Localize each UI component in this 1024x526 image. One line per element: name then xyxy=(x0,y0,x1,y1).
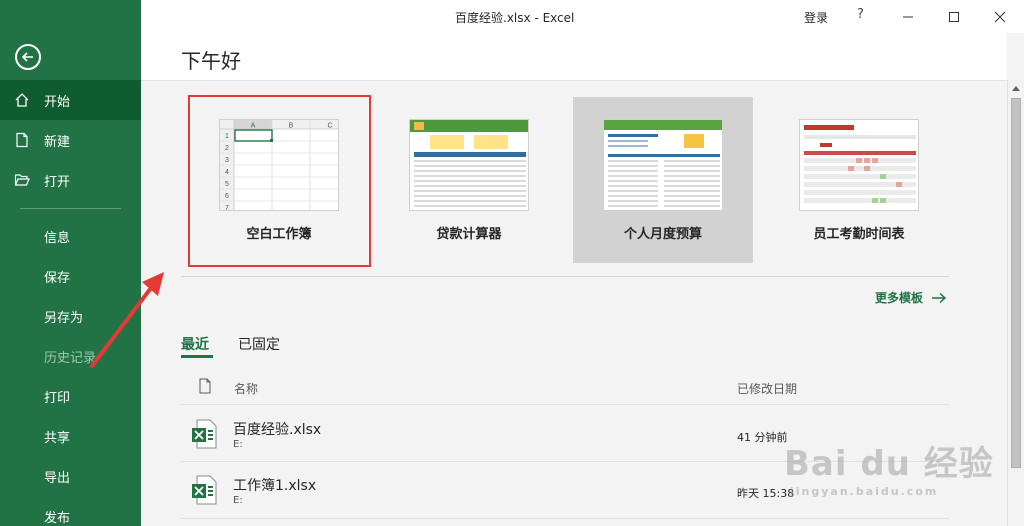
sidebar-item-label: 另存为 xyxy=(44,310,84,326)
sidebar-item-label: 共享 xyxy=(44,430,71,446)
tab-recent[interactable]: 最近 xyxy=(181,334,209,354)
close-icon xyxy=(994,11,1006,22)
scrollbar-thumb[interactable] xyxy=(1011,98,1021,468)
sidebar-item-label: 信息 xyxy=(44,230,71,246)
sidebar-item-label: 导出 xyxy=(44,470,71,486)
sidebar-item-share[interactable]: 共享 xyxy=(0,416,141,456)
maximize-button[interactable] xyxy=(931,0,977,33)
sidebar-item-label: 打开 xyxy=(44,174,71,190)
template-label: 员工考勤时间表 xyxy=(813,227,905,242)
excel-file-icon xyxy=(192,419,217,449)
back-button[interactable] xyxy=(15,44,41,70)
arrow-right-icon xyxy=(932,292,947,303)
sidebar-item-label: 新建 xyxy=(44,134,71,150)
scroll-up-icon[interactable] xyxy=(1011,84,1021,92)
template-label: 个人月度预算 xyxy=(623,227,702,242)
more-templates-link[interactable]: 更多模板 xyxy=(875,289,947,306)
highlight-box xyxy=(188,95,371,267)
minimize-icon xyxy=(903,16,913,17)
folder-open-icon xyxy=(0,172,44,188)
greeting-divider xyxy=(141,80,1007,81)
sidebar-item-info[interactable]: 信息 xyxy=(0,216,141,256)
personal-budget-thumbnail xyxy=(603,119,723,211)
column-header-name[interactable]: 名称 xyxy=(234,380,258,397)
template-label: 贷款计算器 xyxy=(436,227,502,242)
more-templates-label: 更多模板 xyxy=(875,291,924,305)
template-personal-budget[interactable]: 个人月度预算 xyxy=(573,97,753,263)
home-icon xyxy=(0,92,44,108)
loan-calculator-thumbnail xyxy=(409,119,529,211)
file-path: E: xyxy=(233,495,243,506)
file-name: 百度经验.xlsx xyxy=(233,422,322,438)
close-button[interactable] xyxy=(977,0,1023,33)
row-divider xyxy=(181,518,949,519)
excel-file-icon xyxy=(192,475,217,505)
tab-pinned[interactable]: 已固定 xyxy=(238,334,280,354)
window-title: 百度经验.xlsx - Excel xyxy=(455,11,575,25)
new-doc-icon xyxy=(0,132,44,148)
title-bar: 百度经验.xlsx - Excel 登录 ? xyxy=(141,0,1024,33)
minimize-button[interactable] xyxy=(885,0,931,33)
column-header-modified[interactable]: 已修改日期 xyxy=(737,380,797,397)
file-name: 工作簿1.xlsx xyxy=(233,478,317,494)
greeting-bar xyxy=(141,33,1007,81)
sidebar-item-label: 保存 xyxy=(44,270,71,286)
tab-active-indicator xyxy=(181,355,213,358)
annotation-arrow xyxy=(90,272,164,368)
page-title: 下午好 xyxy=(181,49,241,73)
template-loan-calculator[interactable]: 贷款计算器 xyxy=(379,97,559,263)
watermark-sub: jingyan.baidu.com xyxy=(790,485,939,498)
sidebar-item-label: 开始 xyxy=(44,94,71,110)
attendance-timesheet-thumbnail xyxy=(799,119,919,211)
sidebar-item-home[interactable]: 开始 xyxy=(0,80,141,120)
arrow-left-icon xyxy=(21,52,33,62)
help-button[interactable]: ? xyxy=(857,7,864,22)
sidebar-item-label: 打印 xyxy=(44,390,71,406)
login-link[interactable]: 登录 xyxy=(804,9,828,26)
sidebar-item-export[interactable]: 导出 xyxy=(0,456,141,496)
row-divider xyxy=(181,404,949,405)
sidebar-item-print[interactable]: 打印 xyxy=(0,376,141,416)
file-path: E: xyxy=(233,439,243,450)
templates-divider xyxy=(181,276,949,277)
watermark-main: Bai du 经验 xyxy=(784,444,994,484)
backstage-sidebar: 开始 新建 打开 信息 保存 另存为 历史记录 打印 共享 导出 发布 xyxy=(0,0,141,526)
file-modified-date: 41 分钟前 xyxy=(737,431,788,444)
sidebar-item-publish[interactable]: 发布 xyxy=(0,496,141,526)
sidebar-item-label: 发布 xyxy=(44,510,71,526)
file-type-icon xyxy=(199,378,211,394)
vertical-scrollbar[interactable] xyxy=(1007,80,1024,526)
sidebar-item-open[interactable]: 打开 xyxy=(0,160,141,200)
watermark: Bai du 经验 jingyan.baidu.com xyxy=(784,436,994,498)
sidebar-item-new[interactable]: 新建 xyxy=(0,120,141,160)
maximize-icon xyxy=(949,11,959,22)
template-attendance-timesheet[interactable]: 员工考勤时间表 xyxy=(769,97,949,263)
sidebar-divider xyxy=(20,208,121,209)
